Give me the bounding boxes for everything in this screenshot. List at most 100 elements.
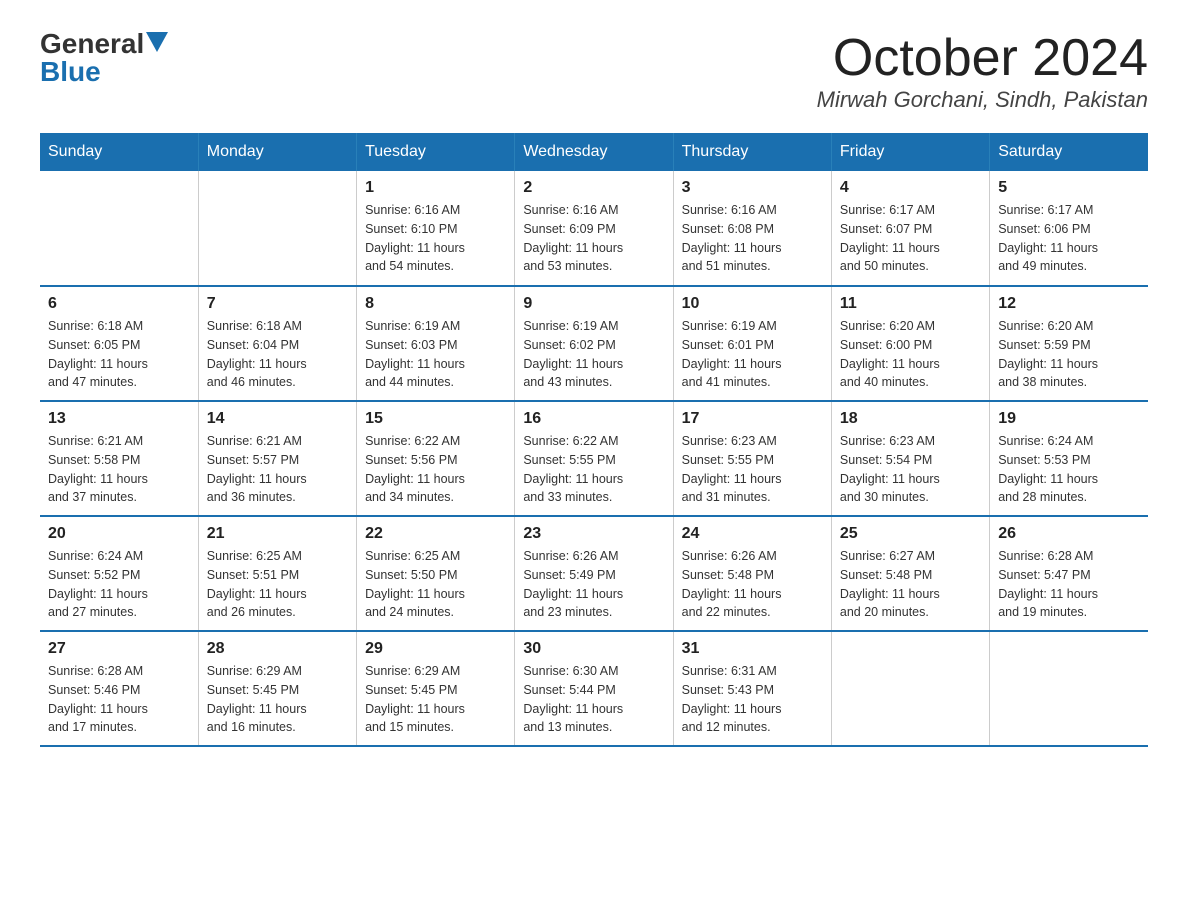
day-number: 6 — [48, 295, 190, 313]
calendar-day-cell: 1Sunrise: 6:16 AM Sunset: 6:10 PM Daylig… — [357, 171, 515, 286]
day-number: 3 — [682, 179, 823, 197]
day-info: Sunrise: 6:25 AM Sunset: 5:51 PM Dayligh… — [207, 547, 348, 622]
day-number: 26 — [998, 525, 1140, 543]
calendar-day-cell: 8Sunrise: 6:19 AM Sunset: 6:03 PM Daylig… — [357, 286, 515, 401]
day-info: Sunrise: 6:16 AM Sunset: 6:08 PM Dayligh… — [682, 201, 823, 276]
day-number: 9 — [523, 295, 664, 313]
day-info: Sunrise: 6:30 AM Sunset: 5:44 PM Dayligh… — [523, 662, 664, 737]
day-number: 31 — [682, 640, 823, 658]
calendar-day-cell: 20Sunrise: 6:24 AM Sunset: 5:52 PM Dayli… — [40, 516, 198, 631]
day-info: Sunrise: 6:25 AM Sunset: 5:50 PM Dayligh… — [365, 547, 506, 622]
calendar-day-cell — [198, 171, 356, 286]
weekday-header-cell: Sunday — [40, 133, 198, 171]
calendar-day-cell: 28 Sunrise: 6:29 AM Sunset: 5:45 PM Dayli… — [198, 631, 356, 746]
calendar-day-cell — [831, 631, 989, 746]
day-number: 17 — [682, 410, 823, 428]
day-number: 20 — [48, 525, 190, 543]
day-number: 29 — [365, 640, 506, 658]
day-info: Sunrise: 6:28 AM Sunset: 5:47 PM Dayligh… — [998, 547, 1140, 622]
calendar-day-cell: 18Sunrise: 6:23 AM Sunset: 5:54 PM Dayli… — [831, 401, 989, 516]
day-number: 25 — [840, 525, 981, 543]
day-info: Sunrise: 6:21 AM Sunset: 5:58 PM Dayligh… — [48, 432, 190, 507]
day-info: Sunrise: 6:18 AM Sunset: 6:04 PM Dayligh… — [207, 317, 348, 392]
logo-triangle-icon — [146, 32, 168, 52]
day-info: Sunrise: 6:21 AM Sunset: 5:57 PM Dayligh… — [207, 432, 348, 507]
calendar-day-cell: 5Sunrise: 6:17 AM Sunset: 6:06 PM Daylig… — [990, 171, 1148, 286]
calendar-day-cell: 16Sunrise: 6:22 AM Sunset: 5:55 PM Dayli… — [515, 401, 673, 516]
logo-general-text: General — [40, 30, 144, 58]
calendar-day-cell: 21 Sunrise: 6:25 AM Sunset: 5:51 PM Dayli… — [198, 516, 356, 631]
calendar-header: SundayMondayTuesdayWednesdayThursdayFrid… — [40, 133, 1148, 171]
month-title: October 2024 — [817, 30, 1148, 87]
calendar-day-cell: 2 Sunrise: 6:16 AM Sunset: 6:09 PM Daylig… — [515, 171, 673, 286]
calendar-week-row: 13 Sunrise: 6:21 AM Sunset: 5:58 PM Dayli… — [40, 401, 1148, 516]
calendar-day-cell: 27 Sunrise: 6:28 AM Sunset: 5:46 PM Dayli… — [40, 631, 198, 746]
day-number: 11 — [840, 295, 981, 313]
calendar-day-cell: 25 Sunrise: 6:27 AM Sunset: 5:48 PM Dayli… — [831, 516, 989, 631]
calendar-day-cell: 4 Sunrise: 6:17 AM Sunset: 6:07 PM Daylig… — [831, 171, 989, 286]
day-number: 2 — [523, 179, 664, 197]
day-number: 13 — [48, 410, 190, 428]
day-info: Sunrise: 6:29 AM Sunset: 5:45 PM Dayligh… — [365, 662, 506, 737]
day-info: Sunrise: 6:24 AM Sunset: 5:53 PM Dayligh… — [998, 432, 1140, 507]
weekday-header-cell: Tuesday — [357, 133, 515, 171]
day-number: 30 — [523, 640, 664, 658]
logo: General Blue — [40, 30, 168, 86]
calendar-week-row: 27 Sunrise: 6:28 AM Sunset: 5:46 PM Dayli… — [40, 631, 1148, 746]
day-info: Sunrise: 6:19 AM Sunset: 6:01 PM Dayligh… — [682, 317, 823, 392]
calendar-day-cell: 24Sunrise: 6:26 AM Sunset: 5:48 PM Dayli… — [673, 516, 831, 631]
calendar-day-cell: 29 Sunrise: 6:29 AM Sunset: 5:45 PM Dayli… — [357, 631, 515, 746]
day-number: 16 — [523, 410, 664, 428]
day-info: Sunrise: 6:19 AM Sunset: 6:02 PM Dayligh… — [523, 317, 664, 392]
calendar-day-cell: 9 Sunrise: 6:19 AM Sunset: 6:02 PM Daylig… — [515, 286, 673, 401]
location-title: Mirwah Gorchani, Sindh, Pakistan — [817, 87, 1148, 113]
calendar-day-cell — [40, 171, 198, 286]
calendar-day-cell: 14 Sunrise: 6:21 AM Sunset: 5:57 PM Dayli… — [198, 401, 356, 516]
day-info: Sunrise: 6:17 AM Sunset: 6:06 PM Dayligh… — [998, 201, 1140, 276]
day-info: Sunrise: 6:17 AM Sunset: 6:07 PM Dayligh… — [840, 201, 981, 276]
calendar-body: 1Sunrise: 6:16 AM Sunset: 6:10 PM Daylig… — [40, 171, 1148, 746]
day-number: 27 — [48, 640, 190, 658]
day-number: 10 — [682, 295, 823, 313]
day-number: 4 — [840, 179, 981, 197]
day-info: Sunrise: 6:29 AM Sunset: 5:45 PM Dayligh… — [207, 662, 348, 737]
day-info: Sunrise: 6:18 AM Sunset: 6:05 PM Dayligh… — [48, 317, 190, 392]
logo-blue-text: Blue — [40, 58, 101, 86]
day-number: 28 — [207, 640, 348, 658]
calendar-day-cell: 22Sunrise: 6:25 AM Sunset: 5:50 PM Dayli… — [357, 516, 515, 631]
day-info: Sunrise: 6:28 AM Sunset: 5:46 PM Dayligh… — [48, 662, 190, 737]
day-number: 1 — [365, 179, 506, 197]
day-number: 19 — [998, 410, 1140, 428]
day-number: 21 — [207, 525, 348, 543]
day-number: 15 — [365, 410, 506, 428]
calendar-week-row: 20Sunrise: 6:24 AM Sunset: 5:52 PM Dayli… — [40, 516, 1148, 631]
calendar-day-cell: 6 Sunrise: 6:18 AM Sunset: 6:05 PM Daylig… — [40, 286, 198, 401]
calendar-day-cell — [990, 631, 1148, 746]
day-info: Sunrise: 6:22 AM Sunset: 5:56 PM Dayligh… — [365, 432, 506, 507]
title-block: October 2024 Mirwah Gorchani, Sindh, Pak… — [817, 30, 1148, 113]
day-info: Sunrise: 6:16 AM Sunset: 6:09 PM Dayligh… — [523, 201, 664, 276]
day-info: Sunrise: 6:23 AM Sunset: 5:55 PM Dayligh… — [682, 432, 823, 507]
calendar-day-cell: 10 Sunrise: 6:19 AM Sunset: 6:01 PM Dayli… — [673, 286, 831, 401]
day-number: 14 — [207, 410, 348, 428]
calendar-day-cell: 15 Sunrise: 6:22 AM Sunset: 5:56 PM Dayli… — [357, 401, 515, 516]
page-header: General Blue October 2024 Mirwah Gorchan… — [40, 30, 1148, 113]
weekday-header-cell: Wednesday — [515, 133, 673, 171]
calendar-day-cell: 23Sunrise: 6:26 AM Sunset: 5:49 PM Dayli… — [515, 516, 673, 631]
weekday-header-row: SundayMondayTuesdayWednesdayThursdayFrid… — [40, 133, 1148, 171]
weekday-header-cell: Thursday — [673, 133, 831, 171]
day-info: Sunrise: 6:20 AM Sunset: 6:00 PM Dayligh… — [840, 317, 981, 392]
day-info: Sunrise: 6:26 AM Sunset: 5:49 PM Dayligh… — [523, 547, 664, 622]
calendar-day-cell: 30 Sunrise: 6:30 AM Sunset: 5:44 PM Dayli… — [515, 631, 673, 746]
calendar-day-cell: 7Sunrise: 6:18 AM Sunset: 6:04 PM Daylig… — [198, 286, 356, 401]
calendar-week-row: 1Sunrise: 6:16 AM Sunset: 6:10 PM Daylig… — [40, 171, 1148, 286]
day-info: Sunrise: 6:27 AM Sunset: 5:48 PM Dayligh… — [840, 547, 981, 622]
day-info: Sunrise: 6:19 AM Sunset: 6:03 PM Dayligh… — [365, 317, 506, 392]
calendar-day-cell: 17 Sunrise: 6:23 AM Sunset: 5:55 PM Dayli… — [673, 401, 831, 516]
day-info: Sunrise: 6:20 AM Sunset: 5:59 PM Dayligh… — [998, 317, 1140, 392]
calendar-week-row: 6 Sunrise: 6:18 AM Sunset: 6:05 PM Daylig… — [40, 286, 1148, 401]
weekday-header-cell: Monday — [198, 133, 356, 171]
day-info: Sunrise: 6:23 AM Sunset: 5:54 PM Dayligh… — [840, 432, 981, 507]
calendar-day-cell: 11 Sunrise: 6:20 AM Sunset: 6:00 PM Dayli… — [831, 286, 989, 401]
calendar-day-cell: 13 Sunrise: 6:21 AM Sunset: 5:58 PM Dayli… — [40, 401, 198, 516]
